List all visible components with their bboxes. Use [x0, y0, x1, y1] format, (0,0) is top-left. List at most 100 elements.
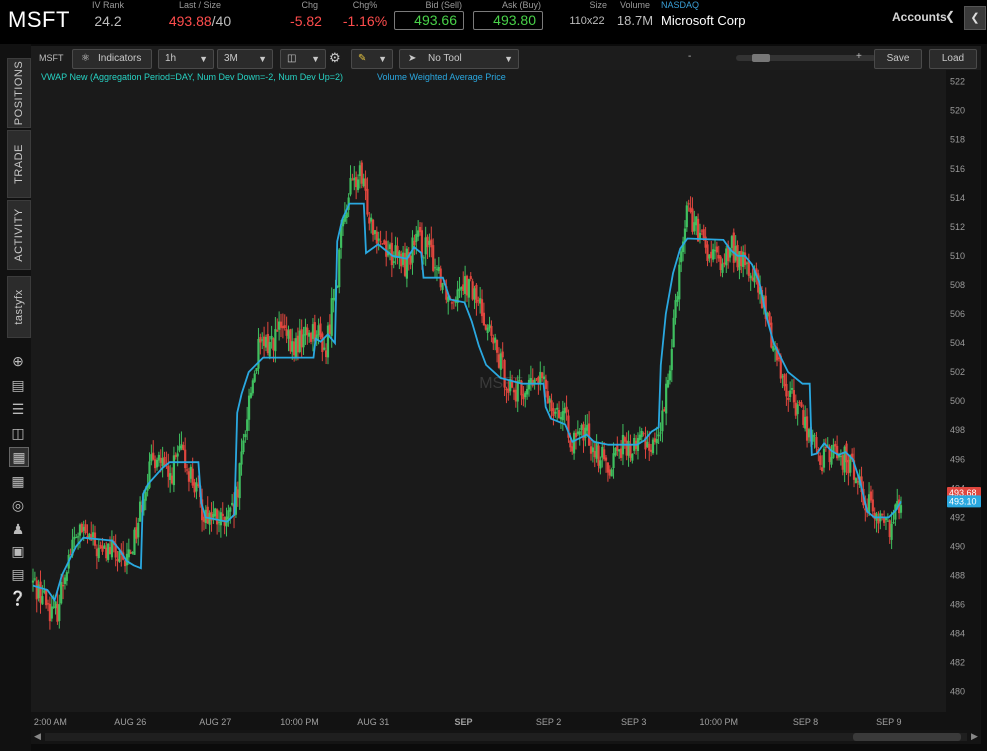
candle-body — [50, 606, 53, 619]
help-icon[interactable]: ❔ — [9, 589, 27, 607]
candle-body — [557, 409, 561, 418]
calendar-icon[interactable]: ▣ — [9, 542, 27, 560]
candle-body — [349, 177, 352, 195]
candle-body — [375, 231, 378, 244]
x-tick-label: 10:00 PM — [699, 717, 738, 727]
candle-body — [473, 288, 476, 300]
candle-body — [356, 179, 360, 191]
candle-body — [246, 419, 249, 431]
candle-body — [189, 466, 192, 479]
chevron-down-icon[interactable]: ❮ — [945, 9, 955, 23]
candle-body — [266, 333, 269, 354]
y-tick-label: 508 — [950, 280, 965, 290]
gear-icon[interactable]: ⚙ — [329, 50, 341, 66]
candle-body — [640, 430, 643, 438]
candle-body — [732, 232, 735, 263]
candle-body — [108, 547, 112, 555]
candle-body — [571, 446, 574, 452]
candle-body — [278, 321, 281, 330]
scrollbar-thumb[interactable] — [853, 733, 961, 741]
candle-body — [856, 481, 859, 483]
tab-activity[interactable]: ACTIVITY — [7, 200, 31, 270]
candle-body — [796, 404, 799, 415]
candle-body — [710, 251, 713, 259]
candle-body — [790, 387, 794, 390]
candle-body — [236, 489, 239, 498]
candle-body — [721, 263, 724, 273]
candle-body — [890, 523, 893, 540]
tab-trade[interactable]: TRADE — [7, 130, 31, 198]
interval-select[interactable]: 1h ▼ — [158, 49, 214, 69]
chevron-down-icon: ▼ — [258, 54, 267, 64]
y-tick-label: 502 — [950, 367, 965, 377]
candle-body — [625, 440, 628, 456]
zoom-in-button[interactable]: + — [856, 51, 862, 62]
candle-body — [700, 230, 703, 232]
y-tick-label: 510 — [950, 251, 965, 261]
accounts-menu[interactable]: Accounts — [892, 10, 947, 24]
load-button[interactable]: Load — [929, 49, 977, 69]
collapse-panel-button[interactable]: ❮ — [964, 6, 986, 30]
candle-body — [217, 521, 221, 523]
bid[interactable]: Bid (Sell) 493.66 — [392, 0, 466, 30]
tool-select[interactable]: ➤ No Tool ▼ — [399, 49, 519, 69]
candle-body — [159, 457, 162, 463]
candle-body — [118, 551, 121, 562]
ask-button[interactable]: 493.80 — [473, 11, 543, 30]
tab-positions[interactable]: POSITIONS — [7, 58, 31, 128]
candle-body — [680, 251, 683, 263]
list-icon[interactable]: ☰ — [9, 400, 27, 418]
chart-scrollbar[interactable]: ◀ ▶ — [31, 730, 981, 744]
candle-body — [45, 589, 48, 606]
candle-body — [247, 395, 251, 420]
scroll-left-icon[interactable]: ◀ — [34, 731, 41, 742]
y-tick-label: 484 — [950, 629, 965, 639]
tv-icon[interactable]: ◫ — [9, 424, 27, 442]
chart-type-select[interactable]: ◫ ▼ — [280, 49, 326, 69]
symbol-title[interactable]: MSFT — [8, 7, 70, 33]
range-select[interactable]: 3M ▼ — [217, 49, 273, 69]
zoom-slider[interactable] — [736, 54, 876, 62]
candle-body — [214, 508, 217, 517]
candle-body — [503, 359, 506, 388]
price-tags: 493.68493.10 — [947, 486, 981, 508]
candle-body — [291, 341, 294, 352]
dashboard-icon[interactable]: ◎ — [9, 496, 27, 514]
indicators-button[interactable]: ⚛ Indicators — [72, 49, 152, 69]
candle-body — [95, 548, 98, 557]
candle-body — [274, 329, 277, 352]
candle-body — [82, 526, 85, 531]
chevron-down-icon: ▼ — [311, 54, 320, 64]
ask[interactable]: Ask (Buy) 493.80 — [471, 0, 545, 30]
chart-grid-icon[interactable]: ▦ — [9, 447, 29, 467]
candle-body — [482, 312, 486, 326]
candle-body — [172, 455, 176, 486]
candle-body — [608, 469, 611, 476]
price-chart[interactable]: 522 520 518 516 514 512 510 508 506 504 502 500 498 4… — [31, 70, 981, 730]
drawing-icon: ✎ — [358, 53, 367, 64]
candle-body — [285, 329, 288, 336]
tab-tastyfx[interactable]: tastyfx — [7, 276, 31, 338]
size-value: 110x22 — [569, 15, 605, 27]
news-icon[interactable]: ▤ — [9, 565, 27, 583]
bid-button[interactable]: 493.66 — [394, 11, 464, 30]
candle-body — [319, 323, 322, 337]
candle-body — [529, 378, 532, 384]
candle-body — [623, 437, 626, 442]
candle-body — [544, 379, 548, 389]
zoom-out-button[interactable]: - — [688, 51, 691, 62]
layout-icon[interactable]: ▦ — [9, 472, 27, 490]
zoom-slider-handle[interactable] — [752, 54, 770, 62]
save-button[interactable]: Save — [874, 49, 922, 69]
people-icon[interactable]: ♟ — [9, 520, 27, 538]
candle-body — [403, 253, 407, 276]
scrollbar-track[interactable] — [45, 733, 967, 741]
candle-body — [388, 244, 392, 250]
document-icon[interactable]: ▤ — [9, 376, 27, 394]
candle-body — [881, 513, 884, 515]
indicator-name[interactable]: VWAP New (Aggregation Period=DAY, Num De… — [41, 72, 343, 82]
scroll-right-icon[interactable]: ▶ — [971, 731, 978, 742]
crosshair-icon[interactable]: ⊕ — [9, 352, 27, 370]
candle-body — [819, 455, 822, 465]
drawing-select[interactable]: ✎ ▼ — [351, 49, 393, 69]
